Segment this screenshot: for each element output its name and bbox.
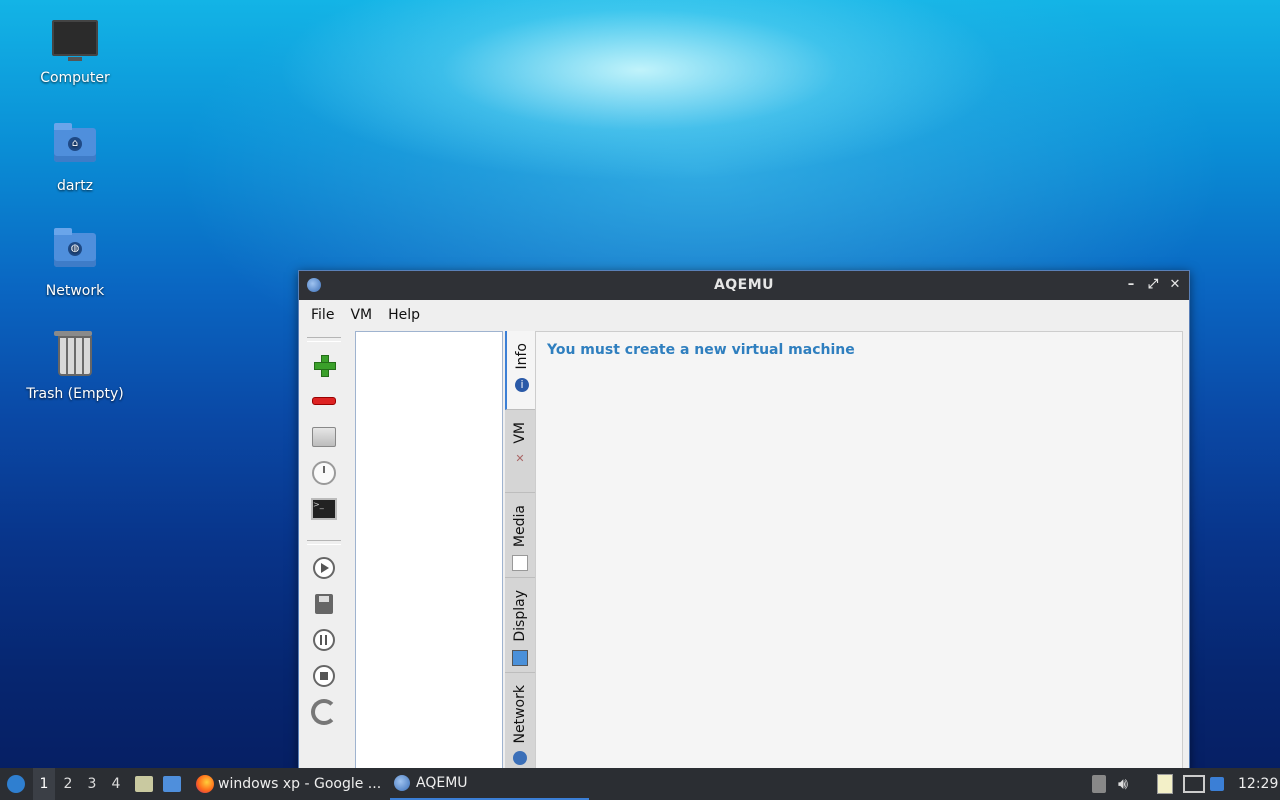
task-firefox[interactable]: windows xp - Google ... xyxy=(192,768,386,800)
network-tray-icon[interactable] xyxy=(1183,768,1205,800)
task-label: windows xp - Google ... xyxy=(218,776,382,792)
terminal-icon: >_ xyxy=(311,498,337,520)
desktop-icon-computer[interactable]: Computer xyxy=(20,18,130,86)
file-manager-icon xyxy=(135,776,153,792)
aqemu-icon xyxy=(394,775,410,791)
play-icon xyxy=(313,557,335,579)
network-icon xyxy=(513,751,527,766)
desktop-icon-network[interactable]: ◍ Network xyxy=(20,227,130,299)
home-folder-icon: ⌂ xyxy=(51,123,99,172)
vm-list[interactable] xyxy=(355,331,503,773)
clipboard-icon xyxy=(1157,774,1173,794)
tab-label: Info xyxy=(514,343,530,370)
task-label: AQEMU xyxy=(416,775,468,791)
add-vm-button[interactable] xyxy=(309,350,339,380)
desktop-icon-label: dartz xyxy=(56,178,94,194)
taskbar: 1 2 3 4 windows xp - Google ... AQEMU 🔊︎… xyxy=(0,768,1280,800)
tab-label: VM xyxy=(512,422,528,444)
menu-vm[interactable]: VM xyxy=(342,307,380,323)
delete-vm-button[interactable] xyxy=(309,386,339,416)
workspace-1[interactable]: 1 xyxy=(33,768,55,800)
update-notifier-icon xyxy=(1210,777,1224,791)
menu-bar: File VM Help xyxy=(299,300,1189,330)
desktop-icon-label: Trash (Empty) xyxy=(26,386,124,402)
volume-icon: 🔊︎ xyxy=(1118,774,1129,793)
network-status-icon xyxy=(1183,775,1205,793)
tab-network[interactable]: Network xyxy=(505,673,535,772)
file-manager-launcher[interactable] xyxy=(135,768,153,800)
desktop-icon-dartz[interactable]: ⌂ dartz xyxy=(20,122,130,194)
desktop-icon-label: Network xyxy=(45,283,105,299)
minimize-button[interactable]: – xyxy=(1123,276,1139,294)
eject-tray-icon[interactable] xyxy=(1092,768,1106,800)
tab-media[interactable]: Media xyxy=(505,493,535,578)
show-desktop-launcher[interactable] xyxy=(163,768,181,800)
clock-icon xyxy=(312,461,336,485)
firefox-icon xyxy=(196,775,214,793)
vm-console-button[interactable]: >_ xyxy=(309,494,339,524)
stop-vm-button[interactable] xyxy=(309,661,339,691)
save-vm-button[interactable] xyxy=(309,589,339,619)
pause-vm-button[interactable] xyxy=(309,625,339,655)
tab-label: Display xyxy=(512,590,528,642)
vertical-tab-bar: Info i VM ✕ Media Display Network xyxy=(505,331,537,772)
clipboard-tray-icon[interactable] xyxy=(1157,768,1173,800)
taskbar-clock[interactable]: 12:29 xyxy=(1238,768,1278,800)
workspace-2[interactable]: 2 xyxy=(57,768,79,800)
start-menu-button[interactable] xyxy=(4,768,28,800)
network-folder-icon: ◍ xyxy=(51,228,99,277)
start-vm-button[interactable] xyxy=(309,553,339,583)
window-title: AQEMU xyxy=(713,277,775,293)
eject-icon xyxy=(1092,775,1106,793)
tools-icon: ✕ xyxy=(515,451,525,465)
vm-toolbar: >_ xyxy=(305,337,343,733)
tab-label: Network xyxy=(512,685,528,744)
update-tray-icon[interactable] xyxy=(1210,768,1224,800)
remove-icon xyxy=(312,397,336,405)
disk-icon xyxy=(312,427,336,447)
floppy-icon xyxy=(315,594,333,614)
vm-snapshot-button[interactable] xyxy=(309,458,339,488)
task-aqemu[interactable]: AQEMU xyxy=(390,768,589,800)
tab-vm[interactable]: VM ✕ xyxy=(505,410,535,493)
trash-icon xyxy=(51,331,99,380)
media-icon xyxy=(512,555,528,572)
stop-icon xyxy=(313,665,335,687)
info-panel: You must create a new virtual machine xyxy=(535,331,1183,773)
tab-display[interactable]: Display xyxy=(505,578,535,673)
window-titlebar[interactable]: AQEMU – ⤢ ✕ xyxy=(299,271,1189,300)
volume-tray-icon[interactable]: 🔊︎ xyxy=(1118,768,1128,800)
maximize-button[interactable]: ⤢ xyxy=(1145,276,1161,294)
aqemu-window: AQEMU – ⤢ ✕ File VM Help >_ Info i VM ✕ … xyxy=(298,270,1190,773)
desktop-icon-label: Computer xyxy=(40,70,110,86)
reset-vm-button[interactable] xyxy=(309,697,339,727)
info-icon: i xyxy=(515,377,529,392)
pause-icon xyxy=(313,629,335,651)
toolbar-separator xyxy=(307,337,341,342)
tab-info[interactable]: Info i xyxy=(505,331,537,410)
info-message: You must create a new virtual machine xyxy=(547,342,855,358)
computer-icon xyxy=(51,20,99,64)
desktop-icon-trash[interactable]: Trash (Empty) xyxy=(20,331,130,402)
toolbar-separator xyxy=(307,540,341,545)
desktop-icon xyxy=(163,776,181,792)
reload-icon xyxy=(311,699,337,725)
vm-disk-button[interactable] xyxy=(309,422,339,452)
lubuntu-logo-icon xyxy=(7,775,25,793)
menu-help[interactable]: Help xyxy=(380,307,428,323)
workspace-4[interactable]: 4 xyxy=(105,768,127,800)
close-button[interactable]: ✕ xyxy=(1167,276,1183,294)
workspace-3[interactable]: 3 xyxy=(81,768,103,800)
add-icon xyxy=(313,354,336,377)
menu-file[interactable]: File xyxy=(303,307,342,323)
tab-label: Media xyxy=(512,505,528,548)
display-icon xyxy=(512,649,528,666)
